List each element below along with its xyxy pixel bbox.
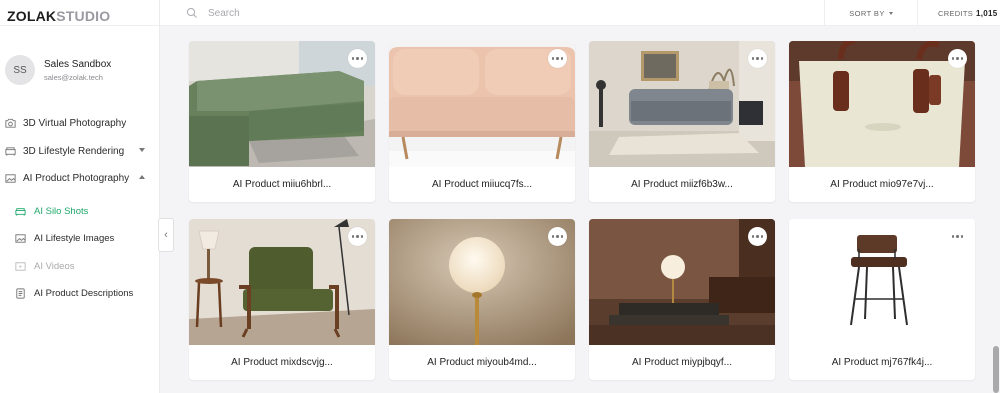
camera-icon (3, 117, 17, 131)
sofa-icon (13, 204, 27, 218)
chevron-down-icon (139, 147, 145, 152)
brand-logo-part2: STUDIO (56, 7, 111, 24)
sort-by-label: SORT BY (849, 8, 885, 18)
search-input[interactable] (208, 5, 508, 21)
image-icon (3, 172, 17, 186)
more-icon (351, 57, 364, 60)
sidebar-item-label: 3D Virtual Photography (23, 118, 127, 130)
sidebar-item-3d-lifestyle-rendering[interactable]: 3D Lifestyle Rendering (0, 138, 159, 166)
top-bar: SORT BY CREDITS 1,015 (160, 0, 1000, 26)
product-name: AI Product mixdscvjg... (231, 357, 333, 368)
brand-logo-part1: ZOLAK (7, 7, 57, 24)
product-image (189, 219, 375, 345)
more-icon (551, 57, 564, 60)
product-image (789, 219, 975, 345)
product-card[interactable]: AI Product mio97e7vj... (789, 41, 975, 202)
credits-value: 1,015 (976, 8, 998, 18)
image-icon (13, 232, 27, 246)
sidebar-item-label: AI Product Photography (23, 173, 130, 185)
document-icon (13, 287, 27, 301)
more-options-button[interactable] (948, 49, 967, 68)
sidebar-item-label: AI Silo Shots (34, 205, 89, 217)
sidebar-item-ai-silo-shots[interactable]: AI Silo Shots (0, 198, 159, 226)
product-name: AI Product mj767fk4j... (831, 357, 933, 368)
more-icon (951, 57, 964, 60)
more-options-button[interactable] (748, 49, 767, 68)
product-card[interactable]: AI Product miiucq7fs... (389, 41, 575, 202)
sidebar-item-ai-videos[interactable]: AI Videos (0, 253, 159, 281)
more-options-button[interactable] (948, 227, 967, 246)
product-card[interactable]: AI Product miizf6b3w... (589, 41, 775, 202)
sidebar-item-label: 3D Lifestyle Rendering (23, 145, 125, 157)
product-name: AI Product miizf6b3w... (631, 179, 733, 190)
brand-logo[interactable]: ZOLAK STUDIO (0, 0, 159, 26)
sidebar-item-label: AI Lifestyle Images (34, 233, 115, 245)
page-scrollbar[interactable] (993, 346, 999, 393)
user-email: sales@zolak.tech (44, 72, 103, 82)
product-name: AI Product mio97e7vj... (830, 179, 934, 190)
product-image (389, 219, 575, 345)
more-options-button[interactable] (348, 49, 367, 68)
product-card[interactable]: AI Product miypjbqyf... (589, 219, 775, 380)
sofa-icon (3, 144, 17, 158)
caret-down-icon (888, 11, 893, 15)
sidebar-item-label: AI Videos (34, 260, 75, 272)
product-name: AI Product miyoub4md... (427, 357, 537, 368)
product-image (789, 41, 975, 167)
product-name: AI Product miypjbqyf... (631, 357, 733, 368)
more-icon (951, 235, 964, 238)
more-icon (551, 235, 564, 238)
sidebar-item-ai-lifestyle-images[interactable]: AI Lifestyle Images (0, 225, 159, 253)
more-options-button[interactable] (748, 227, 767, 246)
product-card[interactable]: AI Product mj767fk4j... (789, 219, 975, 380)
chevron-left-icon: ‹ (164, 229, 168, 241)
sidebar-item-label: AI Product Descriptions (34, 288, 134, 300)
product-image (589, 41, 775, 167)
product-image (189, 41, 375, 167)
more-icon (751, 235, 764, 238)
video-icon (13, 259, 27, 273)
product-card[interactable]: AI Product mixdscvjg... (189, 219, 375, 380)
user-profile[interactable]: SS Sales Sandbox sales@zolak.tech (0, 54, 159, 86)
more-icon (751, 57, 764, 60)
more-options-button[interactable] (348, 227, 367, 246)
product-card[interactable]: AI Product miiu6hbrl... (189, 41, 375, 202)
credits-label: CREDITS (938, 8, 974, 18)
chevron-up-icon (139, 175, 145, 179)
more-icon (351, 235, 364, 238)
product-card[interactable]: AI Product miyoub4md... (389, 219, 575, 380)
more-options-button[interactable] (548, 49, 567, 68)
sidebar-nav: 3D Virtual Photography 3D Lifestyle Rend… (0, 110, 159, 308)
product-name: AI Product miiucq7fs... (431, 179, 533, 190)
sort-by-dropdown[interactable]: SORT BY (824, 0, 918, 26)
sidebar-item-ai-product-descriptions[interactable]: AI Product Descriptions (0, 280, 159, 308)
product-name: AI Product miiu6hbrl... (232, 179, 332, 190)
avatar: SS (5, 55, 35, 85)
sidebar: ZOLAK STUDIO SS Sales Sandbox sales@zolak… (0, 0, 160, 393)
credits-display: CREDITS 1,015 (938, 0, 998, 26)
user-name: Sales Sandbox (44, 58, 112, 70)
product-image (389, 41, 575, 167)
search-icon (186, 7, 197, 18)
sidebar-item-3d-virtual-photography[interactable]: 3D Virtual Photography (0, 110, 159, 138)
more-options-button[interactable] (548, 227, 567, 246)
sidebar-collapse-button[interactable]: ‹ (158, 218, 174, 252)
product-image (589, 219, 775, 345)
sidebar-item-ai-product-photography[interactable]: AI Product Photography (0, 165, 159, 193)
